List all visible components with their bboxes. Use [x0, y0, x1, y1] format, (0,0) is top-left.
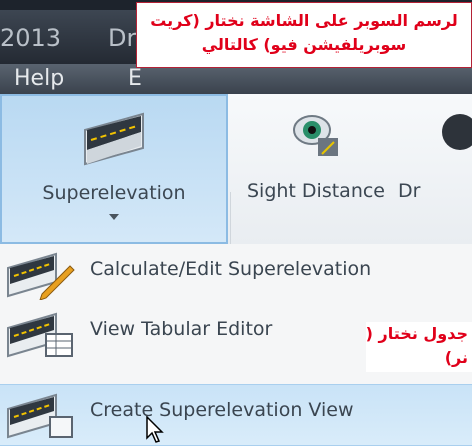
superelevation-label: Superelevation — [42, 182, 186, 204]
partial-ribbon-label: Dr — [398, 180, 421, 202]
annotation-side-line1: جدول نختار (فيو — [366, 324, 468, 343]
mouse-pointer-icon — [146, 415, 166, 448]
eye-icon — [290, 108, 342, 164]
menu-item-calculate-edit[interactable]: Calculate/Edit Superelevation — [0, 244, 472, 304]
menu-help[interactable]: Help — [14, 66, 64, 91]
road-superelevation-icon — [81, 110, 147, 172]
superelevation-button[interactable]: Superelevation — [0, 94, 228, 244]
ribbon-panel: Superelevation Sight Distance Dr — [0, 94, 472, 334]
road-pencil-icon — [6, 250, 76, 304]
menu-item-calculate-edit-label: Calculate/Edit Superelevation — [90, 258, 372, 280]
sight-distance-button[interactable]: Sight Distance — [236, 94, 396, 244]
arabic-annotation-side: جدول نختار (فيو نر) — [366, 322, 472, 372]
arabic-annotation-top: لرسم السوبر على الشاشة نختار (كريت سوبري… — [136, 2, 472, 68]
annotation-side-line2: نر) — [444, 348, 468, 367]
partial-ribbon-button[interactable]: Dr — [398, 94, 472, 244]
annotation-top-line1: لرسم السوبر على الشاشة نختار (كريت — [150, 11, 458, 30]
menu-next-item[interactable]: E — [128, 66, 142, 91]
road-view-icon — [6, 391, 76, 445]
menu-bar: Help E — [0, 64, 472, 94]
title-year-text: 2013 — [0, 24, 62, 52]
annotation-top-line2: سوبريلفيشن فيو) كالتالي — [201, 35, 407, 54]
dropdown-arrow-icon[interactable] — [109, 214, 119, 220]
menu-item-view-tabular-editor-label: View Tabular Editor — [90, 318, 273, 340]
sight-distance-label: Sight Distance — [246, 180, 385, 202]
menu-item-create-superelevation-view[interactable]: Create Superelevation View — [0, 384, 472, 446]
menu-item-create-superelevation-view-label: Create Superelevation View — [90, 399, 354, 421]
road-table-icon — [6, 310, 76, 364]
partial-icon — [438, 108, 472, 164]
